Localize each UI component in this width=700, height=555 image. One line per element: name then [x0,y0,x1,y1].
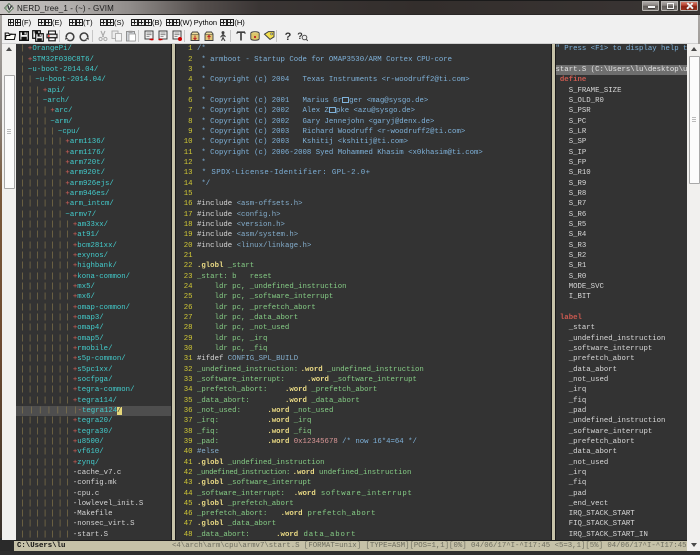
svg-text:?: ? [284,31,291,42]
svg-text:?: ? [297,31,303,41]
